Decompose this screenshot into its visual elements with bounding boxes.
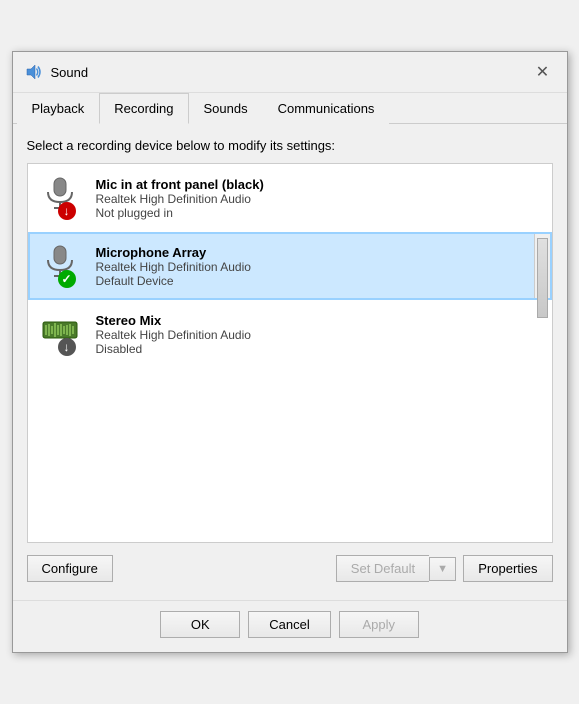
device-driver-1: Realtek High Definition Audio <box>96 192 538 206</box>
device-status-1: Not plugged in <box>96 206 538 220</box>
device-driver-3: Realtek High Definition Audio <box>96 328 538 342</box>
set-default-arrow[interactable]: ▼ <box>429 557 456 581</box>
device-icon-wrap-2: ✓ <box>42 244 86 288</box>
device-name-2: Microphone Array <box>96 245 538 260</box>
tab-recording[interactable]: Recording <box>99 93 188 124</box>
apply-button[interactable]: Apply <box>339 611 419 638</box>
title-bar-left: Sound <box>25 63 89 81</box>
tab-playback[interactable]: Playback <box>17 93 100 124</box>
device-info-2: Microphone Array Realtek High Definition… <box>96 245 538 288</box>
status-badge-2: ✓ <box>58 270 76 288</box>
title-bar: Sound ✕ <box>13 52 567 93</box>
sound-dialog: Sound ✕ Playback Recording Sounds Commun… <box>12 51 568 653</box>
button-row: Configure Set Default ▼ Properties <box>27 555 553 582</box>
bottom-row: OK Cancel Apply <box>13 600 567 652</box>
properties-button[interactable]: Properties <box>463 555 552 582</box>
device-item-stereo-mix[interactable]: ↓ Stereo Mix Realtek High Definition Aud… <box>28 300 552 368</box>
device-icon-wrap-1: ↓ <box>42 176 86 220</box>
status-badge-3: ↓ <box>58 338 76 356</box>
device-status-3: Disabled <box>96 342 538 356</box>
device-name-1: Mic in at front panel (black) <box>96 177 538 192</box>
device-status-2: Default Device <box>96 274 538 288</box>
tab-content: Select a recording device below to modif… <box>13 124 567 596</box>
status-badge-1: ↓ <box>58 202 76 220</box>
window-title: Sound <box>51 65 89 80</box>
scrollbar[interactable] <box>534 234 550 298</box>
device-icon-wrap-3: ↓ <box>42 312 86 356</box>
device-info-1: Mic in at front panel (black) Realtek Hi… <box>96 177 538 220</box>
close-button[interactable]: ✕ <box>531 60 555 84</box>
device-info-3: Stereo Mix Realtek High Definition Audio… <box>96 313 538 356</box>
ok-button[interactable]: OK <box>160 611 240 638</box>
cancel-button[interactable]: Cancel <box>248 611 330 638</box>
instruction-text: Select a recording device below to modif… <box>27 138 553 153</box>
device-list: ↓ Mic in at front panel (black) Realtek … <box>27 163 553 543</box>
speaker-icon <box>25 63 43 81</box>
scrollbar-track <box>535 234 550 298</box>
set-default-button[interactable]: Set Default <box>336 555 429 582</box>
device-name-3: Stereo Mix <box>96 313 538 328</box>
tabs-bar: Playback Recording Sounds Communications <box>13 93 567 124</box>
device-item-mic-array[interactable]: ✓ Microphone Array Realtek High Definiti… <box>28 232 552 300</box>
device-driver-2: Realtek High Definition Audio <box>96 260 538 274</box>
tab-communications[interactable]: Communications <box>263 93 390 124</box>
tab-sounds[interactable]: Sounds <box>189 93 263 124</box>
device-item-mic-front[interactable]: ↓ Mic in at front panel (black) Realtek … <box>28 164 552 232</box>
configure-button[interactable]: Configure <box>27 555 113 582</box>
